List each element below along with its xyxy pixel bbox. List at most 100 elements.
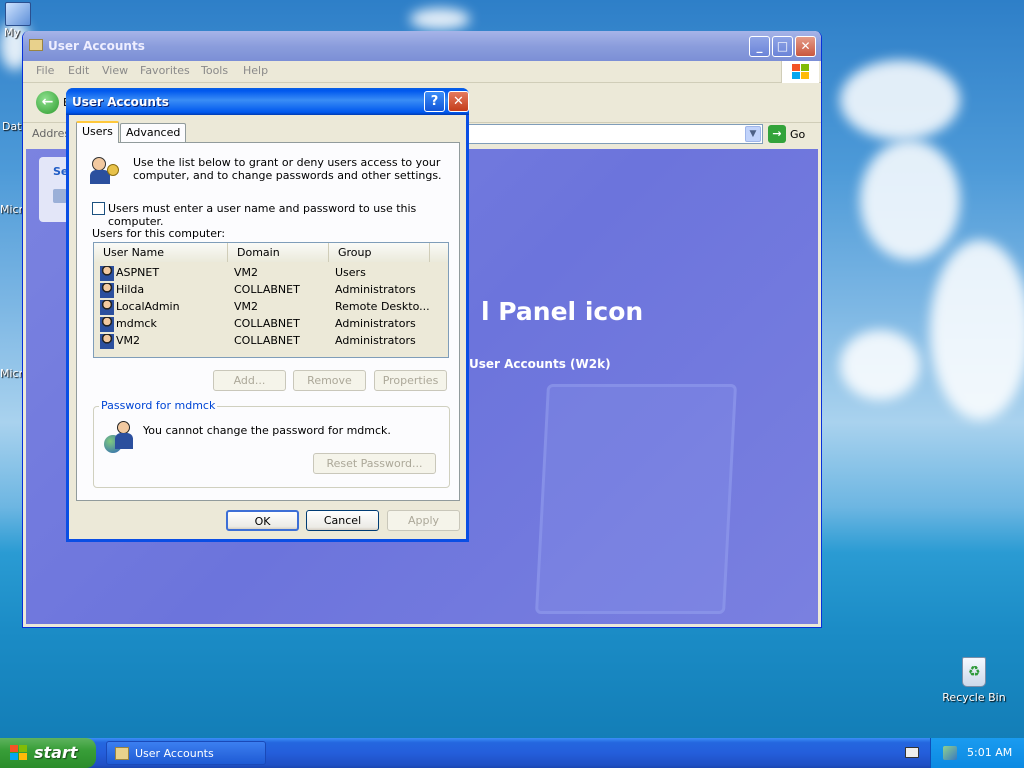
keyboard-icon[interactable] — [905, 747, 919, 758]
network-icon[interactable] — [943, 746, 957, 760]
apply-button[interactable]: Apply — [387, 510, 460, 531]
cell-group: Remote Deskto... — [335, 300, 430, 313]
password-group-label: Password for mdmck — [99, 399, 218, 412]
data-desktop-icon[interactable]: Dat — [2, 120, 22, 133]
cell-domain: VM2 — [234, 300, 259, 313]
user-icon — [100, 317, 114, 332]
users-list-label: Users for this computer: — [92, 227, 226, 240]
computer-icon — [5, 2, 31, 26]
taskbar-item-user-accounts[interactable]: User Accounts — [106, 741, 266, 765]
cancel-button[interactable]: Cancel — [306, 510, 379, 531]
table-row[interactable]: ASPNET VM2 Users — [94, 264, 446, 281]
column-header-group[interactable]: Group — [329, 243, 430, 262]
start-button[interactable]: start — [0, 738, 96, 768]
dialog-title: User Accounts — [72, 95, 169, 109]
menu-view[interactable]: View — [102, 64, 128, 77]
reset-password-button[interactable]: Reset Password... — [313, 453, 436, 474]
taskbar-item-label: User Accounts — [135, 747, 214, 760]
table-row[interactable]: Hilda COLLABNET Administrators — [94, 281, 446, 298]
password-message: You cannot change the password for mdmck… — [143, 424, 391, 437]
menu-tools[interactable]: Tools — [201, 64, 228, 77]
control-panel-subheading: User Accounts (W2k) — [469, 357, 611, 371]
cloud — [930, 240, 1024, 420]
dialog-title-bar[interactable]: User Accounts ? ✕ — [66, 88, 469, 115]
cloud — [860, 140, 960, 260]
ok-button[interactable]: OK — [226, 510, 299, 531]
dialog-close-button[interactable]: ✕ — [448, 91, 469, 112]
menu-file[interactable]: File — [36, 64, 54, 77]
maximize-button[interactable]: □ — [772, 36, 793, 57]
add-user-button[interactable]: Add... — [213, 370, 286, 391]
column-header-user-name[interactable]: User Name — [94, 243, 228, 262]
windows-flag-icon — [10, 745, 28, 761]
users-tab-panel: Use the list below to grant or deny user… — [76, 142, 460, 501]
column-header-domain[interactable]: Domain — [228, 243, 329, 262]
windows-logo-icon — [781, 61, 819, 83]
cell-group: Users — [335, 266, 366, 279]
password-group: Password for mdmck You cannot change the… — [93, 399, 450, 488]
table-row[interactable]: LocalAdmin VM2 Remote Deskto... — [94, 298, 446, 315]
cell-user-name: Hilda — [116, 283, 145, 296]
cell-domain: VM2 — [234, 266, 259, 279]
intro-text-line2: computer, and to change passwords and ot… — [133, 169, 442, 182]
column-header-filler — [430, 243, 448, 262]
cell-group: Administrators — [335, 334, 416, 347]
user-icon — [100, 300, 114, 315]
start-label: start — [34, 743, 78, 762]
user-accounts-icon — [115, 747, 129, 760]
intro-text-line1: Use the list below to grant or deny user… — [133, 156, 441, 169]
user-icon — [100, 266, 114, 281]
control-panel-heading: l Panel icon — [481, 297, 644, 326]
user-icon — [100, 334, 114, 349]
cell-group: Administrators — [335, 283, 416, 296]
menu-bar: File Edit View Favorites Tools Help — [23, 61, 821, 83]
address-input[interactable]: ▼ — [463, 124, 763, 144]
menu-edit[interactable]: Edit — [68, 64, 89, 77]
settings-icon — [53, 189, 67, 203]
folder-icon — [29, 39, 43, 51]
cell-domain: COLLABNET — [234, 334, 300, 347]
cell-user-name: mdmck — [116, 317, 157, 330]
tab-users[interactable]: Users — [76, 121, 119, 143]
menu-favorites[interactable]: Favorites — [140, 64, 190, 77]
menu-help[interactable]: Help — [243, 64, 268, 77]
taskbar: start User Accounts 5:01 AM — [0, 738, 1024, 768]
cell-user-name: VM2 — [116, 334, 141, 347]
require-login-label[interactable]: Users must enter a user name and passwor… — [108, 202, 459, 228]
system-tray: 5:01 AM — [930, 738, 1024, 768]
users-keys-icon — [90, 155, 124, 185]
go-button[interactable]: Go — [790, 128, 805, 141]
cell-group: Administrators — [335, 317, 416, 330]
cell-user-name: LocalAdmin — [116, 300, 180, 313]
back-arrow-icon[interactable]: ← — [36, 91, 59, 114]
user-icon — [100, 283, 114, 298]
recycle-bin-desktop-icon[interactable]: ♻ Recycle Bin — [942, 657, 1006, 704]
cell-domain: COLLABNET — [234, 283, 300, 296]
desktop-icon-label: Dat — [2, 120, 22, 133]
recycle-bin-icon: ♻ — [962, 657, 986, 687]
go-arrow-icon[interactable]: → — [768, 125, 786, 143]
explorer-title-bar[interactable]: User Accounts _ □ ✕ — [23, 31, 821, 61]
desktop-icon-label: Recycle Bin — [942, 691, 1006, 704]
cloud — [410, 8, 470, 30]
properties-button[interactable]: Properties — [374, 370, 447, 391]
minimize-button[interactable]: _ — [749, 36, 770, 57]
cell-domain: COLLABNET — [234, 317, 300, 330]
chevron-down-icon[interactable]: ▼ — [745, 126, 761, 142]
checkmark-watermark-icon — [534, 384, 738, 614]
tab-advanced[interactable]: Advanced — [120, 123, 187, 142]
users-table: User Name Domain Group ASPNET VM2 Users … — [93, 242, 449, 358]
require-login-checkbox[interactable] — [92, 202, 105, 215]
table-row[interactable]: VM2 COLLABNET Administrators — [94, 332, 446, 349]
close-button[interactable]: ✕ — [795, 36, 816, 57]
clock[interactable]: 5:01 AM — [967, 746, 1012, 759]
help-button[interactable]: ? — [424, 91, 445, 112]
user-globe-icon — [104, 421, 136, 455]
cloud — [840, 330, 920, 400]
explorer-title: User Accounts — [48, 39, 145, 53]
cloud — [840, 60, 960, 140]
remove-user-button[interactable]: Remove — [293, 370, 366, 391]
address-label: Addres — [32, 127, 71, 140]
table-row[interactable]: mdmck COLLABNET Administrators — [94, 315, 446, 332]
user-accounts-dialog: User Accounts ? ✕ Users Advanced Use the… — [66, 88, 469, 542]
